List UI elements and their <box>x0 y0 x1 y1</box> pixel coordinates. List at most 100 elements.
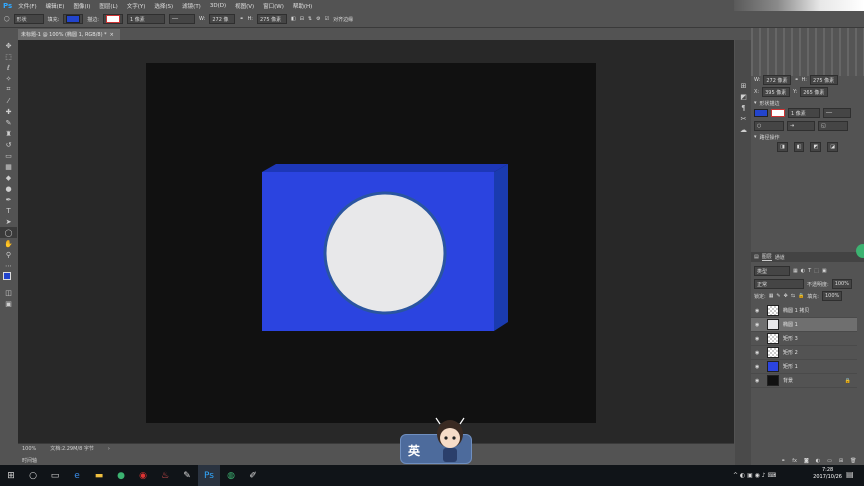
eye-icon[interactable]: ◉ <box>755 378 763 384</box>
prop-width-input[interactable]: 272 像素 <box>763 75 792 85</box>
new-group-icon[interactable]: ▭ <box>827 458 832 464</box>
prop-stroke-width[interactable]: 1 像素 <box>788 108 820 118</box>
stroke-color-box[interactable] <box>102 14 123 24</box>
system-tray-icons[interactable]: ^ ◐ ▣ ◉ ♪ ⌨ <box>733 472 776 479</box>
healing-tool-icon[interactable]: ✚ <box>0 106 17 117</box>
app-pen-icon[interactable]: ✐ <box>242 465 264 486</box>
filter-adjust-icon[interactable]: ◐ <box>801 268 805 274</box>
menu-window[interactable]: 窗口(W) <box>263 2 284 10</box>
prop-fill-swatch[interactable] <box>754 109 768 117</box>
align-edges-checkbox[interactable]: ☑ <box>325 16 329 22</box>
section-collapse-icon[interactable]: ▾ <box>754 100 757 106</box>
document-info[interactable]: 文档:2.29M/8 字节 <box>50 445 94 452</box>
menu-select[interactable]: 选择(S) <box>154 2 173 10</box>
section-collapse-icon-2[interactable]: ▾ <box>754 134 757 140</box>
layer-row[interactable]: ◉ 椭圆 1 拷贝 <box>751 304 857 318</box>
path-ops-icon[interactable]: ◧ <box>291 16 296 22</box>
lock-paint-icon[interactable]: ✎ <box>776 293 780 299</box>
app-tool-icon[interactable]: ✎ <box>176 465 198 486</box>
lock-artboard-icon[interactable]: ⇆ <box>791 293 795 299</box>
taskbar-clock[interactable]: 7:28 2017/10/26 <box>813 467 842 481</box>
menu-type[interactable]: 文字(Y) <box>127 2 146 10</box>
tab-layers[interactable]: 图层 <box>761 253 772 261</box>
opacity-input[interactable]: 100% <box>831 279 852 289</box>
fx-icon[interactable]: fx <box>792 458 797 464</box>
lock-all-icon[interactable]: 🔒 <box>798 293 804 299</box>
hand-tool-icon[interactable]: ✋ <box>0 238 17 249</box>
adjustment-layer-icon[interactable]: ◐ <box>816 458 820 464</box>
layer-name[interactable]: 背景 <box>783 377 793 384</box>
path-subtract-button[interactable]: ◧ <box>793 142 805 152</box>
gear-icon[interactable]: ⚙ <box>316 16 320 22</box>
menu-file[interactable]: 文件(F) <box>18 2 36 10</box>
zoom-tool-icon[interactable]: ⚲ <box>0 249 17 260</box>
gradient-tool-icon[interactable]: ▦ <box>0 161 17 172</box>
screen-mode-icon[interactable]: ▣ <box>0 298 17 309</box>
eye-icon[interactable]: ◉ <box>755 336 763 342</box>
crop-tool-icon[interactable]: ⌗ <box>0 84 17 95</box>
ellipse-shape-tool-icon[interactable]: ◯ <box>0 227 17 238</box>
color-swatches[interactable] <box>0 271 17 287</box>
stroke-type-select[interactable]: ── <box>168 14 195 24</box>
width-input[interactable]: 272 像 <box>209 14 236 24</box>
libraries-panel-icon[interactable]: ☁ <box>735 124 752 135</box>
tab-channels[interactable]: 通道 <box>775 254 785 261</box>
eye-icon[interactable]: ◉ <box>755 322 763 328</box>
app-green-icon[interactable]: ● <box>110 465 132 486</box>
layer-name[interactable]: 椭圆 1 <box>783 321 798 328</box>
delete-layer-icon[interactable]: 🗑 <box>850 458 856 464</box>
brush-tool-icon[interactable]: ✎ <box>0 117 17 128</box>
path-arrange-icon[interactable]: ⇅ <box>308 16 312 22</box>
filter-pixel-icon[interactable]: ▦ <box>793 268 798 274</box>
type-tool-icon[interactable]: T <box>0 205 17 216</box>
eye-icon[interactable]: ◉ <box>755 350 763 356</box>
history-panel-icon[interactable]: ⊞ <box>735 80 752 91</box>
photoshop-taskbar-icon[interactable]: Ps <box>198 465 220 486</box>
eye-icon[interactable]: ◉ <box>755 364 763 370</box>
status-arrow-icon[interactable]: › <box>108 446 110 452</box>
stamp-tool-icon[interactable]: ♜ <box>0 128 17 139</box>
floating-green-button[interactable] <box>856 244 864 258</box>
fill-input[interactable]: 100% <box>821 291 842 301</box>
app-red-icon[interactable]: ◉ <box>132 465 154 486</box>
menu-edit[interactable]: 编辑(E) <box>46 2 65 10</box>
canvas[interactable] <box>146 63 596 423</box>
prop-corner-select[interactable]: ◱ <box>818 121 848 131</box>
prop-align-select[interactable]: ○ <box>754 121 784 131</box>
prop-y-input[interactable]: 265 像素 <box>800 87 829 97</box>
tool-mode-select[interactable]: 形状 <box>13 14 44 24</box>
eyedropper-tool-icon[interactable]: ⁄ <box>0 95 17 106</box>
prop-cap-select[interactable]: ⇥ <box>787 121 815 131</box>
link-icon[interactable]: ⚭ <box>239 16 243 22</box>
blend-mode-select[interactable]: 正常 <box>754 279 804 289</box>
path-align-icon[interactable]: ⊟ <box>300 16 304 22</box>
filter-shape-icon[interactable]: ⬚ <box>814 268 819 274</box>
properties-panel-icon[interactable]: ◩ <box>735 91 752 102</box>
prop-height-input[interactable]: 275 像素 <box>810 75 838 85</box>
paragraph-panel-icon[interactable]: ¶ <box>735 102 752 113</box>
search-icon[interactable]: ○ <box>22 465 44 486</box>
lock-move-icon[interactable]: ✥ <box>784 293 788 299</box>
layer-row-selected[interactable]: ◉ 椭圆 1 <box>751 318 857 332</box>
marquee-tool-icon[interactable]: ⬚ <box>0 51 17 62</box>
app-fire-icon[interactable]: ♨ <box>154 465 176 486</box>
file-explorer-icon[interactable]: ▬ <box>88 465 110 486</box>
task-view-icon[interactable]: ▭ <box>44 465 66 486</box>
new-layer-icon[interactable]: ⊞ <box>839 458 843 464</box>
fill-color-box[interactable] <box>63 14 84 24</box>
ellipse-tool-icon[interactable]: ◯ <box>4 16 10 22</box>
blur-tool-icon[interactable]: ◆ <box>0 172 17 183</box>
tool-presets-icon[interactable]: ✂ <box>735 113 752 124</box>
edge-browser-icon[interactable]: e <box>66 465 88 486</box>
height-input[interactable]: 275 像素 <box>256 14 287 24</box>
timeline-panel-tab[interactable]: 时间轴 <box>18 455 734 465</box>
zoom-level[interactable]: 100% <box>22 446 36 452</box>
path-exclude-button[interactable]: ◪ <box>827 142 838 152</box>
menu-help[interactable]: 帮助(H) <box>293 2 312 10</box>
start-icon[interactable]: ⊞ <box>0 465 22 486</box>
menu-layer[interactable]: 图层(L) <box>99 2 117 10</box>
more-tools-icon[interactable]: ⋯ <box>0 260 17 271</box>
layer-kind-filter[interactable]: 类型 <box>754 266 790 276</box>
eye-icon[interactable]: ◉ <box>755 308 763 314</box>
menu-view[interactable]: 视图(V) <box>235 2 254 10</box>
